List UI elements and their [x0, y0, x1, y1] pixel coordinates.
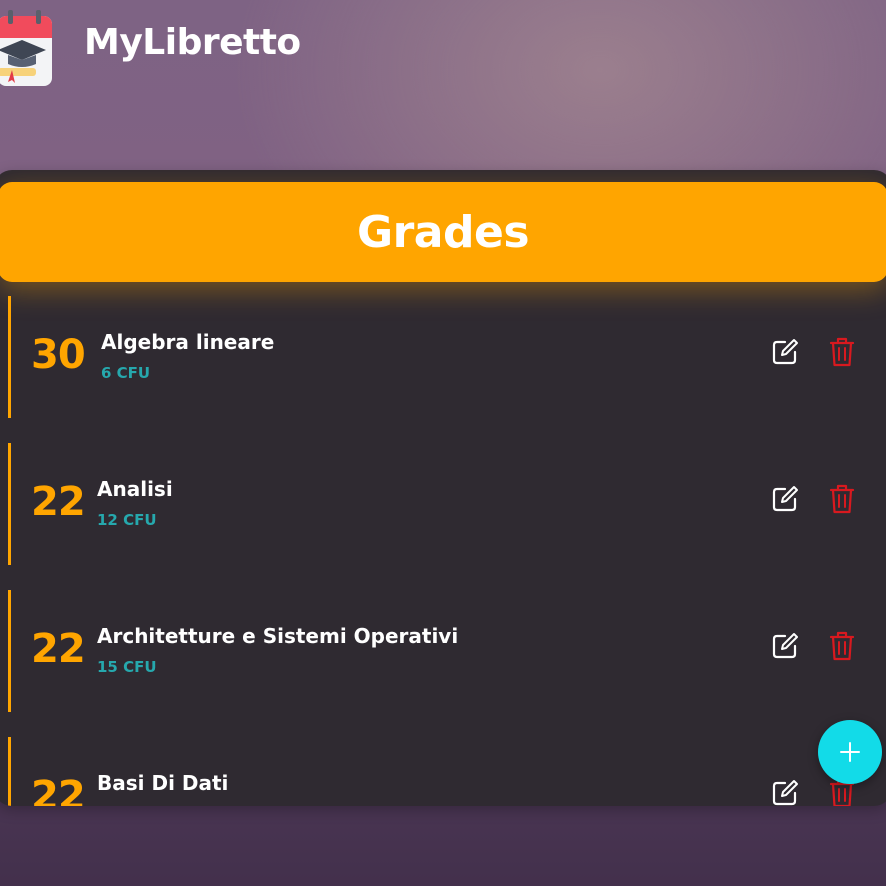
trash-icon[interactable]: [828, 483, 856, 515]
grade-row: 22 Basi Di Dati: [8, 737, 881, 806]
edit-icon[interactable]: [771, 632, 799, 660]
course-name: Analisi: [97, 477, 173, 501]
trash-icon[interactable]: [828, 630, 856, 662]
card-title: Grades: [356, 206, 530, 258]
app-title: MyLibretto: [84, 22, 301, 63]
course-name: Architetture e Sistemi Operativi: [97, 624, 459, 648]
add-grade-button[interactable]: [818, 720, 882, 784]
grade-value: 22: [31, 773, 86, 806]
edit-icon[interactable]: [771, 779, 799, 806]
grade-value: 22: [31, 626, 86, 672]
grade-row: 22 Architetture e Sistemi Operativi 15 C…: [8, 590, 881, 712]
edit-icon[interactable]: [771, 485, 799, 513]
trash-icon[interactable]: [828, 336, 856, 368]
edit-icon[interactable]: [771, 338, 799, 366]
course-cfu: 6 CFU: [101, 364, 151, 382]
course-name: Basi Di Dati: [97, 771, 229, 795]
graduation-calendar-icon: [0, 10, 52, 86]
app-header: MyLibretto: [0, 0, 886, 100]
grade-row: 22 Analisi 12 CFU: [8, 443, 881, 565]
grade-value: 22: [31, 479, 86, 525]
course-cfu: 12 CFU: [97, 511, 157, 529]
grade-value: 30: [31, 332, 86, 378]
grades-card: 30 Algebra lineare 6 CFU 22 Analisi 12 C…: [0, 170, 886, 806]
course-name: Algebra lineare: [101, 330, 275, 354]
grade-row: 30 Algebra lineare 6 CFU: [8, 296, 881, 418]
course-cfu: 15 CFU: [97, 658, 157, 676]
plus-icon: [840, 742, 860, 762]
grades-card-header: Grades: [0, 182, 886, 282]
